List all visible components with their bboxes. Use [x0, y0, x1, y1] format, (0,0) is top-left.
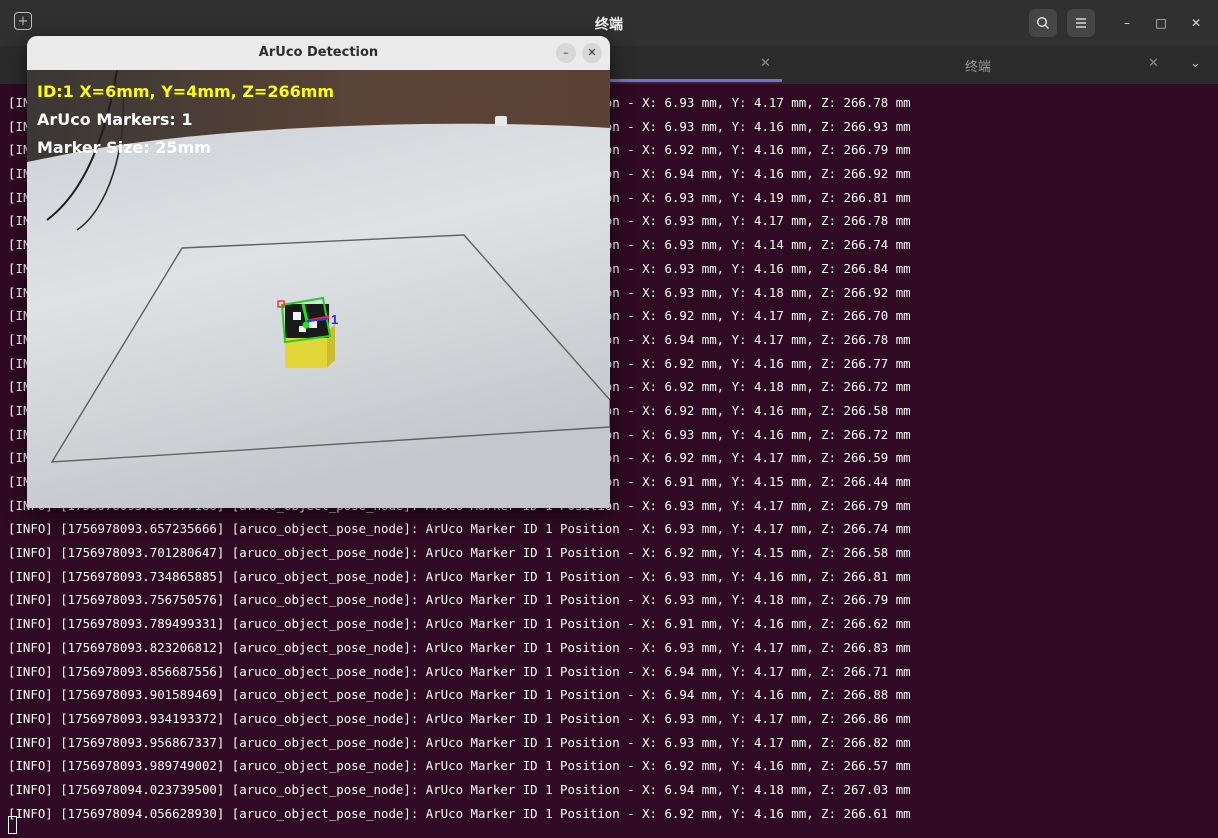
- usb-connector: [495, 116, 507, 126]
- terminal-line: [INFO] [1756978093.823206812] [aruco_obj…: [8, 639, 911, 655]
- camera-frame: 1: [27, 69, 610, 508]
- terminal-line: [INFO] [1756978093.657235666] [aruco_obj…: [8, 521, 911, 537]
- terminal-line: [INFO] [1756978094.056628930] [aruco_obj…: [8, 805, 911, 821]
- terminal-line: [INFO] [1756978094.023739500] [aruco_obj…: [8, 781, 911, 797]
- chevron-down-icon[interactable]: ⌄: [1190, 56, 1201, 71]
- search-icon: [1036, 16, 1050, 30]
- markers-count-overlay-text: ArUco Markers: 1: [37, 110, 193, 129]
- terminal-line: [INFO] [1756978093.734865885] [aruco_obj…: [8, 568, 911, 584]
- terminal-line: [INFO] [1756978093.901589469] [aruco_obj…: [8, 687, 911, 703]
- tab-close-icon[interactable]: ✕: [1148, 56, 1159, 71]
- close-icon[interactable]: ✕: [582, 43, 602, 63]
- marker-size-overlay-text: Marker Size: 25mm: [37, 138, 211, 157]
- camera-view: 1 ID:1 X=6mm, Y=4mm, Z=266mm ArUco Marke…: [27, 69, 610, 508]
- terminal-line: [INFO] [1756978093.856687556] [aruco_obj…: [8, 663, 911, 679]
- close-icon[interactable]: ✕: [1186, 13, 1206, 33]
- terminal-line: [INFO] [1756978093.989749002] [aruco_obj…: [8, 758, 911, 774]
- aruco-window-title: ArUco Detection: [258, 45, 379, 60]
- marker-center: [302, 321, 310, 329]
- terminal-line: [INFO] [1756978093.789499331] [aruco_obj…: [8, 616, 911, 632]
- minimize-icon[interactable]: –: [1117, 13, 1137, 33]
- terminal-cursor: [8, 816, 17, 834]
- hamburger-menu-icon: [1076, 18, 1086, 28]
- active-tab-indicator: [608, 79, 782, 82]
- marker-id-label: 1: [331, 312, 338, 327]
- terminal-line: [INFO] [1756978093.756750576] [aruco_obj…: [8, 592, 911, 608]
- menu-button[interactable]: [1067, 9, 1095, 37]
- tab-label: 终端: [964, 60, 991, 75]
- terminal-line: [INFO] [1756978093.934193372] [aruco_obj…: [8, 710, 911, 726]
- pose-overlay-text: ID:1 X=6mm, Y=4mm, Z=266mm: [37, 82, 335, 101]
- tab-close-icon[interactable]: ✕: [760, 56, 771, 71]
- terminal-line: [INFO] [1756978093.701280647] [aruco_obj…: [8, 545, 911, 561]
- maximize-icon[interactable]: □: [1151, 13, 1171, 33]
- aruco-marker-cell: [293, 312, 301, 320]
- tab-3[interactable]: 终端 ✕: [782, 46, 1174, 84]
- minimize-icon[interactable]: –: [556, 43, 576, 63]
- aruco-window-titlebar[interactable]: ArUco Detection – ✕: [27, 36, 610, 70]
- search-button[interactable]: [1029, 9, 1057, 37]
- aruco-detection-window[interactable]: ArUco Detection – ✕ 1 ID:1 X=6mm, Y=4mm,…: [27, 36, 610, 508]
- terminal-line: [INFO] [1756978093.956867337] [aruco_obj…: [8, 734, 911, 750]
